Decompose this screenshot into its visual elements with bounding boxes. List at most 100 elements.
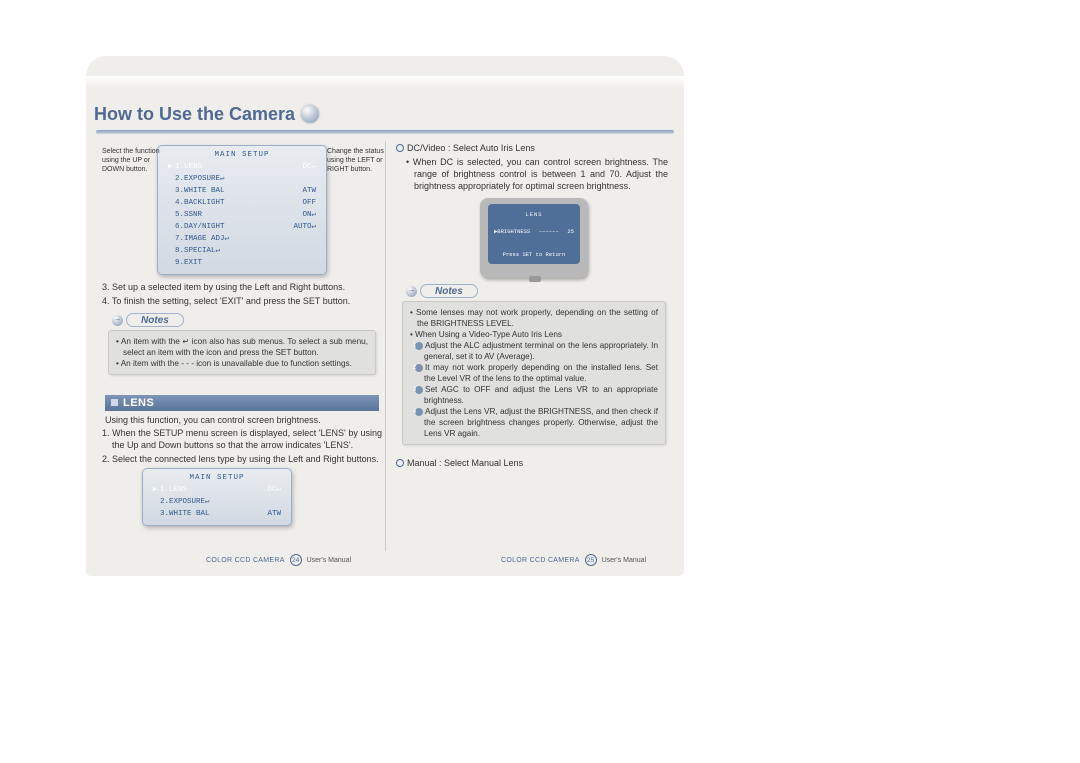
osd-item-label: 2.EXPOSURE↵ — [153, 496, 210, 508]
arrow-icon — [406, 286, 417, 297]
side-note-right: Change the status using the LEFT or RIGH… — [327, 147, 387, 174]
osd-item-label: ▶1.LENS — [153, 484, 187, 496]
page-number-left: 24 — [290, 554, 302, 566]
osd-row: 8.SPECIAL↵ — [166, 245, 318, 257]
dc-body: • When DC is selected, you can control s… — [414, 156, 668, 192]
lens-step-1: 1. When the SETUP menu screen is display… — [112, 427, 382, 451]
ring-icon — [396, 459, 404, 467]
footer-model: COLOR CCD CAMERA — [501, 557, 580, 564]
note-1: • An item with the ↵ icon also has sub m… — [123, 336, 368, 358]
crt-return: Press SET to Return — [494, 250, 574, 259]
footer-right: COLOR CCD CAMERA 25 User's Manual — [501, 554, 646, 566]
footer-suffix: User's Manual — [307, 557, 352, 564]
rnote-2b-text: It may not work properly depending on th… — [424, 363, 658, 383]
osd-item-value: OFF — [302, 197, 316, 209]
page-number-right: 25 — [585, 554, 597, 566]
arrow-icon — [112, 315, 123, 326]
osd-item-value: AUTO↵ — [293, 221, 316, 233]
lens-step-2: 2. Select the connected lens type by usi… — [112, 453, 382, 465]
title-underline — [96, 130, 674, 134]
osd-title: MAIN SETUP — [151, 474, 283, 482]
rnote-2d: 4Adjust the Lens VR, adjust the BRIGHTNE… — [424, 406, 658, 439]
osd-main-wrap: Select the function using the UP or DOWN… — [102, 145, 382, 275]
column-divider — [385, 141, 386, 551]
ring-icon — [396, 144, 404, 152]
crt-screen: LENS ▶BRIGHTNESS –––––– 25 Press SET to … — [488, 204, 580, 264]
step-4: 4. To finish the setting, select 'EXIT' … — [112, 295, 382, 307]
dc-video-heading: DC/Video : Select Auto Iris Lens — [406, 142, 668, 154]
footer-model: COLOR CCD CAMERA — [206, 557, 285, 564]
notes-heading: Notes — [112, 313, 382, 327]
rnote-2a: 1Adjust the ALC adjustment terminal on t… — [424, 340, 658, 362]
osd-title: MAIN SETUP — [166, 151, 318, 159]
osd-row: 2.EXPOSURE↵ — [151, 496, 283, 508]
osd-main-menu: MAIN SETUP ▶1.LENS DC↵ 2.EXPOSURE↵3.WHITE B… — [157, 145, 327, 275]
osd-item-label: 3.WHITE BAL — [153, 508, 210, 520]
osd-row: 5.SSNR ON↵ — [166, 209, 318, 221]
step-3: 3. Set up a selected item by using the L… — [112, 281, 382, 293]
left-column: Select the function using the UP or DOWN… — [102, 142, 382, 532]
rnote-2b: 2It may not work properly depending on t… — [424, 362, 658, 384]
osd-item-value: DC↵ — [302, 161, 316, 173]
osd-row: 9.EXIT — [166, 257, 318, 269]
crt-row-value: 25 — [567, 227, 574, 236]
notes-label: Notes — [126, 313, 184, 327]
osd-item-label: 4.BACKLIGHT — [168, 197, 225, 209]
osd-row: 7.IMAGE ADJ↵ — [166, 233, 318, 245]
osd-item-label: 2.EXPOSURE↵ — [168, 173, 225, 185]
osd-row: ▶1.LENS DC↵ — [151, 484, 283, 496]
manual-heading: Manual : Select Manual Lens — [406, 457, 668, 469]
crt-row-label: ▶BRIGHTNESS — [494, 227, 530, 236]
osd-row: 3.WHITE BAL ATW — [151, 508, 283, 520]
osd-row: ▶1.LENS DC↵ — [166, 161, 318, 173]
osd-small-menu: MAIN SETUP ▶1.LENS DC↵ 2.EXPOSURE↵3.WHITE B… — [142, 468, 292, 526]
notes-heading-right: Notes — [406, 284, 672, 298]
page-title-bar: How to Use the Camera — [94, 102, 319, 126]
osd-item-label: 6.DAY/NIGHT — [168, 221, 225, 233]
page-title: How to Use the Camera — [94, 104, 295, 125]
note-2: • An item with the - - - icon is unavail… — [123, 358, 368, 369]
notes-panel-right: • Some lenses may not work properly, dep… — [402, 301, 666, 445]
rnote-2c: 3Set AGC to OFF and adjust the Lens VR t… — [424, 384, 658, 406]
rnote-2d-text: Adjust the Lens VR, adjust the BRIGHTNES… — [424, 407, 658, 438]
footer-left: COLOR CCD CAMERA 24 User's Manual — [206, 554, 351, 566]
num-icon: 1 — [415, 342, 423, 350]
notes-panel-left: • An item with the ↵ icon also has sub m… — [108, 330, 376, 375]
osd-row: 6.DAY/NIGHT AUTO↵ — [166, 221, 318, 233]
osd-item-label: 3.WHITE BAL — [168, 185, 225, 197]
rnote-1: • Some lenses may not work properly, dep… — [417, 307, 658, 329]
manual-heading-text: Manual : Select Manual Lens — [407, 458, 523, 468]
dc-video-heading-text: DC/Video : Select Auto Iris Lens — [407, 143, 535, 153]
osd-item-value: DC↵ — [267, 484, 281, 496]
num-icon: 2 — [415, 364, 423, 372]
crt-base — [529, 276, 541, 282]
right-column: DC/Video : Select Auto Iris Lens • When … — [396, 142, 672, 469]
crt-row-gauge: –––––– — [539, 227, 559, 236]
osd-item-label: 7.IMAGE ADJ↵ — [168, 233, 229, 245]
osd-row: 4.BACKLIGHT OFF — [166, 197, 318, 209]
osd-item-label: 8.SPECIAL↵ — [168, 245, 220, 257]
manual-page: How to Use the Camera Select the functio… — [86, 56, 684, 576]
rnote-2c-text: Set AGC to OFF and adjust the Lens VR to… — [424, 385, 658, 405]
lens-intro: Using this function, you can control scr… — [105, 415, 379, 425]
notes-label-right: Notes — [420, 284, 478, 298]
osd-item-label: ▶1.LENS — [168, 161, 202, 173]
osd-row: 2.EXPOSURE↵ — [166, 173, 318, 185]
crt-monitor-icon: LENS ▶BRIGHTNESS –––––– 25 Press SET to … — [480, 198, 588, 278]
section-lens-heading: LENS — [105, 395, 379, 411]
rnote-2: • When Using a Video-Type Auto Iris Lens — [417, 329, 658, 340]
osd-item-value: ATW — [267, 508, 281, 520]
crt-title: LENS — [494, 210, 574, 219]
rnote-2a-text: Adjust the ALC adjustment terminal on th… — [424, 341, 658, 361]
title-ornament-icon — [301, 105, 319, 123]
num-icon: 4 — [415, 408, 423, 416]
osd-item-label: 9.EXIT — [168, 257, 202, 269]
osd-row: 3.WHITE BAL ATW — [166, 185, 318, 197]
footer-suffix: User's Manual — [602, 557, 647, 564]
osd-item-value: ATW — [302, 185, 316, 197]
num-icon: 3 — [415, 386, 423, 394]
osd-item-label: 5.SSNR — [168, 209, 202, 221]
side-note-left: Select the function using the UP or DOWN… — [102, 147, 162, 174]
crt-brightness-row: ▶BRIGHTNESS –––––– 25 — [494, 227, 574, 236]
osd-item-value: ON↵ — [302, 209, 316, 221]
